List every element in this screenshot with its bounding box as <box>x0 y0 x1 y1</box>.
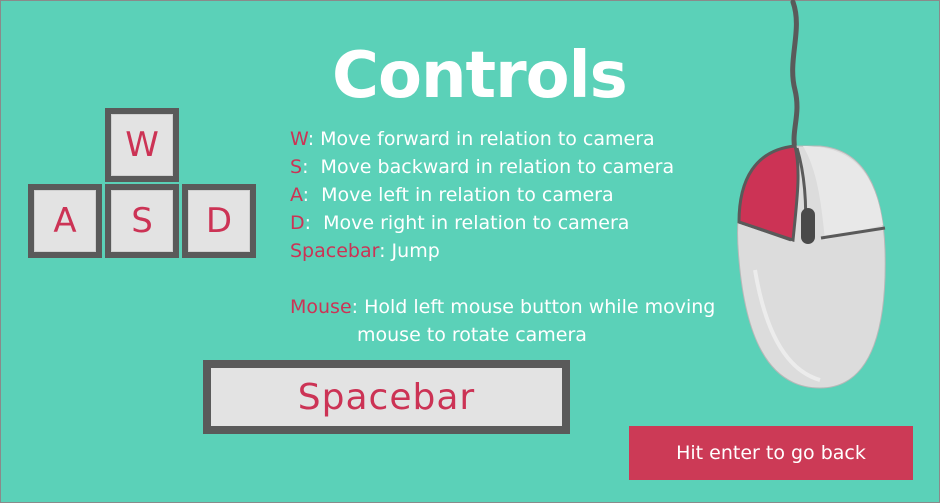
control-description: Hold left mouse button while moving <box>364 296 716 318</box>
control-description: Move left in relation to camera <box>321 184 614 206</box>
mouse-icon <box>737 0 886 389</box>
control-key: S <box>290 156 303 178</box>
back-button[interactable]: Hit enter to go back <box>629 426 913 480</box>
spacebar-key-illustration: Spacebar <box>203 360 570 434</box>
control-description: Jump <box>391 240 440 262</box>
key-a-label: A <box>34 190 96 252</box>
control-separator: : <box>307 128 321 150</box>
control-line-s: S: Move backward in relation to camera <box>290 156 674 178</box>
spacebar-key-label: Spacebar <box>211 368 562 426</box>
control-key: Mouse <box>290 296 352 318</box>
control-description: Move right in relation to camera <box>323 212 630 234</box>
control-description: Move backward in relation to camera <box>320 156 675 178</box>
control-separator: : <box>351 296 365 318</box>
key-w: W <box>105 108 179 182</box>
control-line-w: W: Move forward in relation to camera <box>290 128 655 150</box>
control-separator: : <box>302 156 321 178</box>
key-w-label: W <box>111 114 173 176</box>
key-d: D <box>182 184 256 258</box>
key-s: S <box>105 184 179 258</box>
control-line-a: A: Move left in relation to camera <box>290 184 614 206</box>
control-line-mouse: Mouse: Hold left mouse button while movi… <box>290 296 715 318</box>
control-separator: : <box>304 212 324 234</box>
control-key: W <box>290 128 308 150</box>
page-title: Controls <box>332 39 628 113</box>
control-description: Move forward in relation to camera <box>320 128 655 150</box>
control-key: A <box>290 184 303 206</box>
control-separator: : <box>302 184 322 206</box>
control-line-mouse-continued: mouse to rotate camera <box>357 324 587 346</box>
control-key: Spacebar <box>290 240 380 262</box>
control-line-d: D: Move right in relation to camera <box>290 212 629 234</box>
control-separator: : <box>379 240 392 262</box>
key-a: A <box>28 184 102 258</box>
control-description: mouse to rotate camera <box>357 324 587 346</box>
control-line-spacebar: Spacebar: Jump <box>290 240 440 262</box>
key-d-label: D <box>188 190 250 252</box>
control-key: D <box>290 212 305 234</box>
key-s-label: S <box>111 190 173 252</box>
